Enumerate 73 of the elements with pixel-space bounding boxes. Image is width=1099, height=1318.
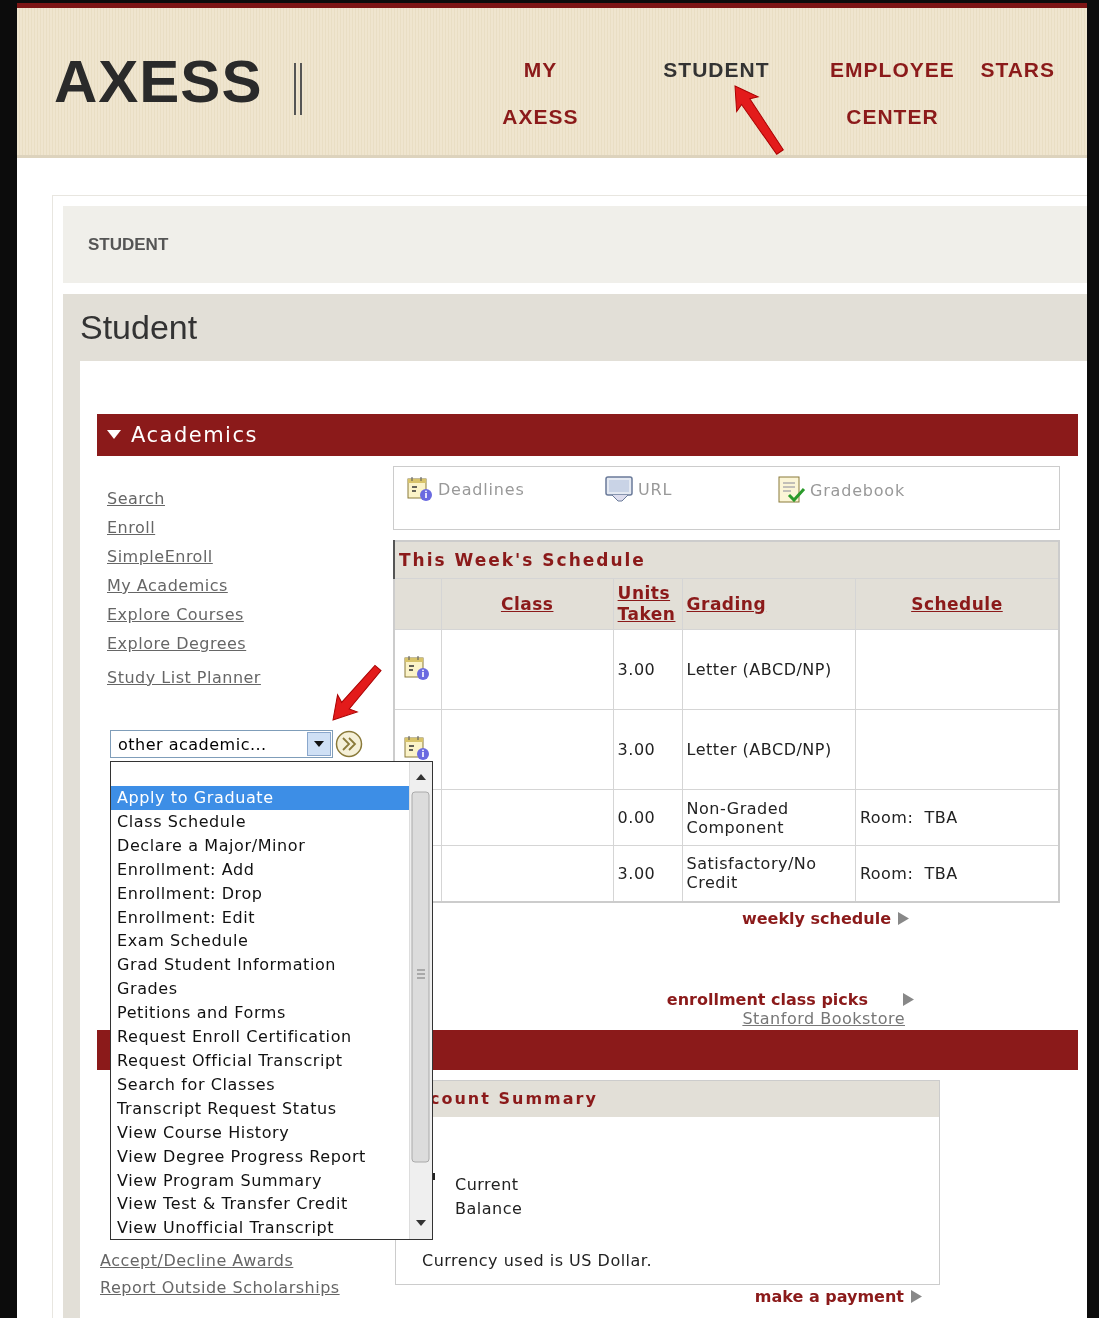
dropdown-option[interactable]: Request Enroll Certification xyxy=(111,1025,409,1049)
go-button[interactable] xyxy=(335,730,363,758)
logo[interactable]: AXESS xyxy=(54,47,263,116)
column-header[interactable]: Grading xyxy=(686,593,767,615)
dropdown-option[interactable]: Grad Student Information xyxy=(111,953,409,978)
dropdown-option[interactable]: Transcript Request Status xyxy=(111,1096,409,1121)
nav-link[interactable]: Explore Courses xyxy=(107,600,244,629)
checklist-icon[interactable] xyxy=(776,475,806,505)
dropdown-option[interactable]: View Unofficial Transcript xyxy=(111,1216,409,1241)
double-line xyxy=(294,62,303,115)
nav-link[interactable]: STARS xyxy=(980,46,1056,93)
scrollbar[interactable] xyxy=(409,762,432,1239)
table-cell: Non-Graded Component xyxy=(686,798,789,837)
caret-icon[interactable] xyxy=(314,741,324,747)
dropdown-option[interactable]: Grades xyxy=(111,977,409,1002)
table-title: This Week's Schedule xyxy=(399,550,646,570)
section-header[interactable]: Academics xyxy=(97,414,1078,456)
dropdown-option[interactable]: View Degree Progress Report xyxy=(111,1144,409,1169)
nav-link[interactable]: My Academics xyxy=(107,571,228,600)
dropdown-option[interactable]: Search for Classes xyxy=(111,1072,409,1097)
dropdown-option[interactable]: Petitions and Forms xyxy=(111,1001,409,1026)
dropdown-list[interactable] xyxy=(110,761,433,1240)
column-header[interactable]: Schedule xyxy=(911,594,1003,614)
dropdown-option[interactable]: Enrollment: Add xyxy=(111,857,409,882)
dropdown-option[interactable]: Class Schedule xyxy=(111,809,409,834)
dropdown-option[interactable]: View Course History xyxy=(111,1120,409,1145)
table-cell: 3.00 xyxy=(617,660,656,679)
dropdown-option[interactable]: Enrollment: Edit xyxy=(111,905,409,930)
nav-link[interactable]: Study List Planner xyxy=(107,663,261,692)
table-cell: 3.00 xyxy=(617,863,656,883)
table-cell: Room: TBA xyxy=(859,808,958,827)
dropdown-option[interactable]: View Test & Transfer Credit xyxy=(111,1192,409,1217)
currency-note: Currency used is US Dollar. xyxy=(422,1250,654,1270)
nav-link[interactable]: Enroll xyxy=(107,513,156,542)
column-header[interactable]: Class xyxy=(500,594,554,614)
calendar-info-icon[interactable] xyxy=(403,733,431,762)
panel-title: count Summary xyxy=(430,1089,598,1108)
nav-link[interactable]: Search xyxy=(107,484,165,513)
weekly-schedule-link[interactable]: weekly schedule xyxy=(741,908,910,928)
monitor-icon[interactable] xyxy=(604,475,634,503)
nav-link[interactable]: Report Outside Scholarships xyxy=(100,1273,340,1301)
calendar-info-icon[interactable] xyxy=(403,653,431,682)
dropdown-option[interactable]: Request Official Transcript xyxy=(111,1048,409,1073)
nav-link[interactable]: EMPLOYEE CENTER xyxy=(830,46,955,140)
caret-icon[interactable] xyxy=(107,430,121,440)
table-cell: Room: TBA xyxy=(859,863,958,883)
nav-link[interactable]: STUDENT xyxy=(663,46,770,93)
table-cell: 0.00 xyxy=(617,808,656,827)
table-cell: Satisfactory/No Credit xyxy=(686,854,817,893)
arrow-icon[interactable] xyxy=(910,1288,923,1304)
select-field[interactable]: other academic... xyxy=(110,730,333,758)
dropdown-option[interactable]: Declare a Major/Minor xyxy=(111,833,409,858)
payment-link[interactable]: make a payment xyxy=(754,1286,923,1306)
balance-label: Current Balance xyxy=(455,1173,524,1220)
table-cell: Letter (ABCD/NP) xyxy=(686,660,832,679)
annotation-arrow xyxy=(734,85,784,155)
nav-link[interactable]: Accept/Decline Awards xyxy=(100,1246,294,1274)
nav-link[interactable]: SimpleEnroll xyxy=(107,542,213,571)
dropdown-option[interactable]: Exam Schedule xyxy=(111,929,409,954)
nav-link[interactable]: MY AXESS xyxy=(502,46,579,140)
table-cell: 3.00 xyxy=(617,740,656,759)
bookstore-link[interactable]: Stanford Bookstore xyxy=(742,1008,905,1028)
annotation-arrow xyxy=(332,664,382,721)
calendar-info-icon[interactable] xyxy=(406,475,434,503)
page-title: Student xyxy=(80,308,198,347)
dropdown-option[interactable]: Enrollment: Drop xyxy=(111,881,409,906)
class-picks-link[interactable]: enrollment class picks xyxy=(666,989,915,1009)
dropdown-option[interactable]: View Program Summary xyxy=(111,1168,409,1193)
breadcrumb[interactable]: STUDENT xyxy=(88,234,169,255)
nav-link[interactable]: Explore Degrees xyxy=(107,629,247,658)
arrow-icon[interactable] xyxy=(902,991,915,1007)
table-cell: Letter (ABCD/NP) xyxy=(686,740,832,759)
arrow-icon[interactable] xyxy=(897,910,910,926)
